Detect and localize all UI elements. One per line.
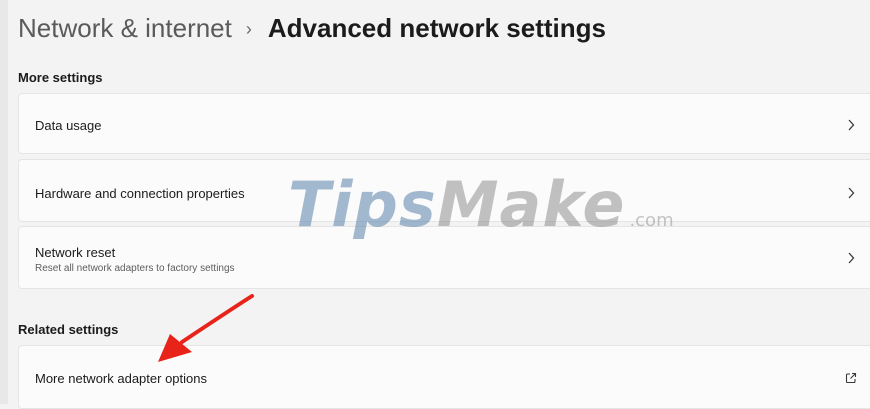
network-reset-item[interactable]: Network reset Reset all network adapters… — [18, 226, 870, 289]
data-usage-item[interactable]: Data usage — [18, 93, 870, 154]
breadcrumb-parent[interactable]: Network & internet — [18, 13, 232, 44]
red-annotation-arrow-icon — [158, 294, 254, 362]
chevron-right-icon — [844, 118, 858, 132]
hardware-connection-properties-label: Hardware and connection properties — [35, 186, 245, 201]
breadcrumb: Network & internet › Advanced network se… — [18, 10, 606, 46]
chevron-right-icon — [844, 186, 858, 200]
breadcrumb-separator-icon: › — [245, 18, 252, 39]
page-title: Advanced network settings — [267, 12, 606, 43]
chevron-right-icon — [844, 251, 858, 265]
hardware-connection-properties-item[interactable]: Hardware and connection properties — [18, 159, 870, 222]
more-network-adapter-options-label: More network adapter options — [35, 371, 207, 386]
section-title-related-settings: Related settings — [18, 322, 119, 337]
section-title-more-settings: More settings — [18, 70, 103, 85]
data-usage-label: Data usage — [35, 118, 102, 133]
external-link-icon — [844, 371, 858, 385]
network-reset-label: Network reset — [35, 245, 116, 260]
network-reset-description: Reset all network adapters to factory se… — [35, 263, 235, 274]
